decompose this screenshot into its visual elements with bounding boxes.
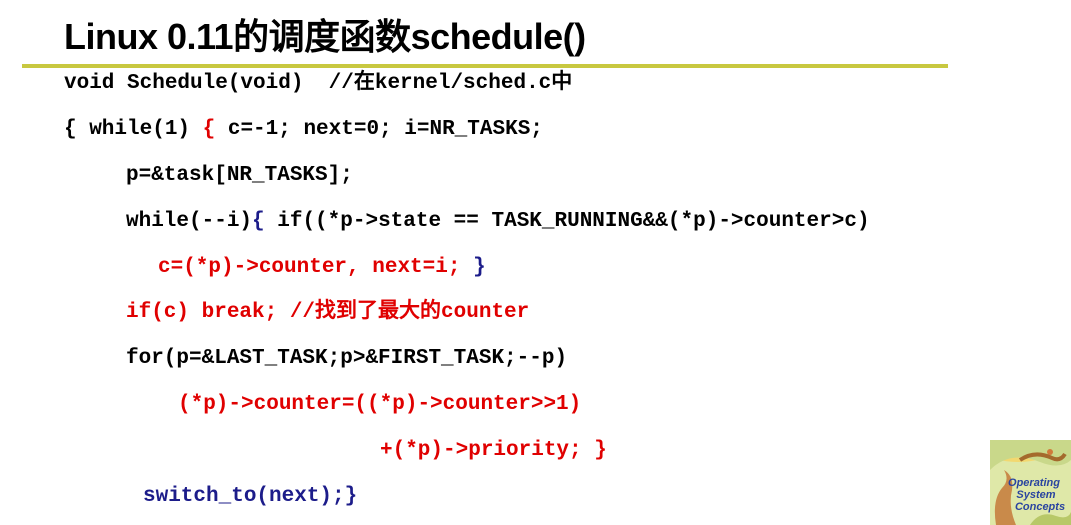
code-line-3: p=&task[NR_TASKS]; xyxy=(126,164,353,187)
code-line-2: { while(1) { c=-1; next=0; i=NR_TASKS; xyxy=(64,117,543,143)
title-underline xyxy=(22,64,948,68)
code-line-2-while: { while(1) xyxy=(64,118,203,141)
dinosaur-book-cover-icon: Operating System Concepts xyxy=(990,440,1071,525)
code-line-4-if: if((*p->state == TASK_RUNNING&&(*p)->cou… xyxy=(277,210,870,233)
code-line-2-init: c=-1; next=0; i=NR_TASKS; xyxy=(227,118,543,141)
cover-text-mid: System xyxy=(1016,489,1055,501)
code-line-5-assign: c=(*p)->counter, next=i; xyxy=(158,256,474,279)
code-line-2-brace: { xyxy=(202,118,228,141)
code-line-1: void Schedule(void) //在kernel/sched.c中 xyxy=(64,72,573,95)
code-line-8: (*p)->counter=((*p)->counter>>1) xyxy=(178,393,582,416)
code-line-5-brace: } xyxy=(473,256,486,279)
cover-text-top: Operating xyxy=(1008,477,1060,489)
code-line-4-brace: { xyxy=(252,210,278,233)
code-line-5: c=(*p)->counter, next=i; } xyxy=(158,255,486,281)
code-line-6: if(c) break; //找到了最大的counter xyxy=(126,301,530,324)
code-line-10: switch_to(next);} xyxy=(143,485,358,508)
slide-title: Linux 0.11的调度函数schedule() xyxy=(64,16,586,57)
code-line-4-while: while(--i) xyxy=(126,210,253,233)
code-line-7: for(p=&LAST_TASK;p>&FIRST_TASK;--p) xyxy=(126,347,568,370)
code-line-4: while(--i){ if((*p->state == TASK_RUNNIN… xyxy=(126,209,870,235)
cover-text-bot: Concepts xyxy=(1015,501,1065,513)
code-line-9: +(*p)->priority; } xyxy=(380,439,607,462)
